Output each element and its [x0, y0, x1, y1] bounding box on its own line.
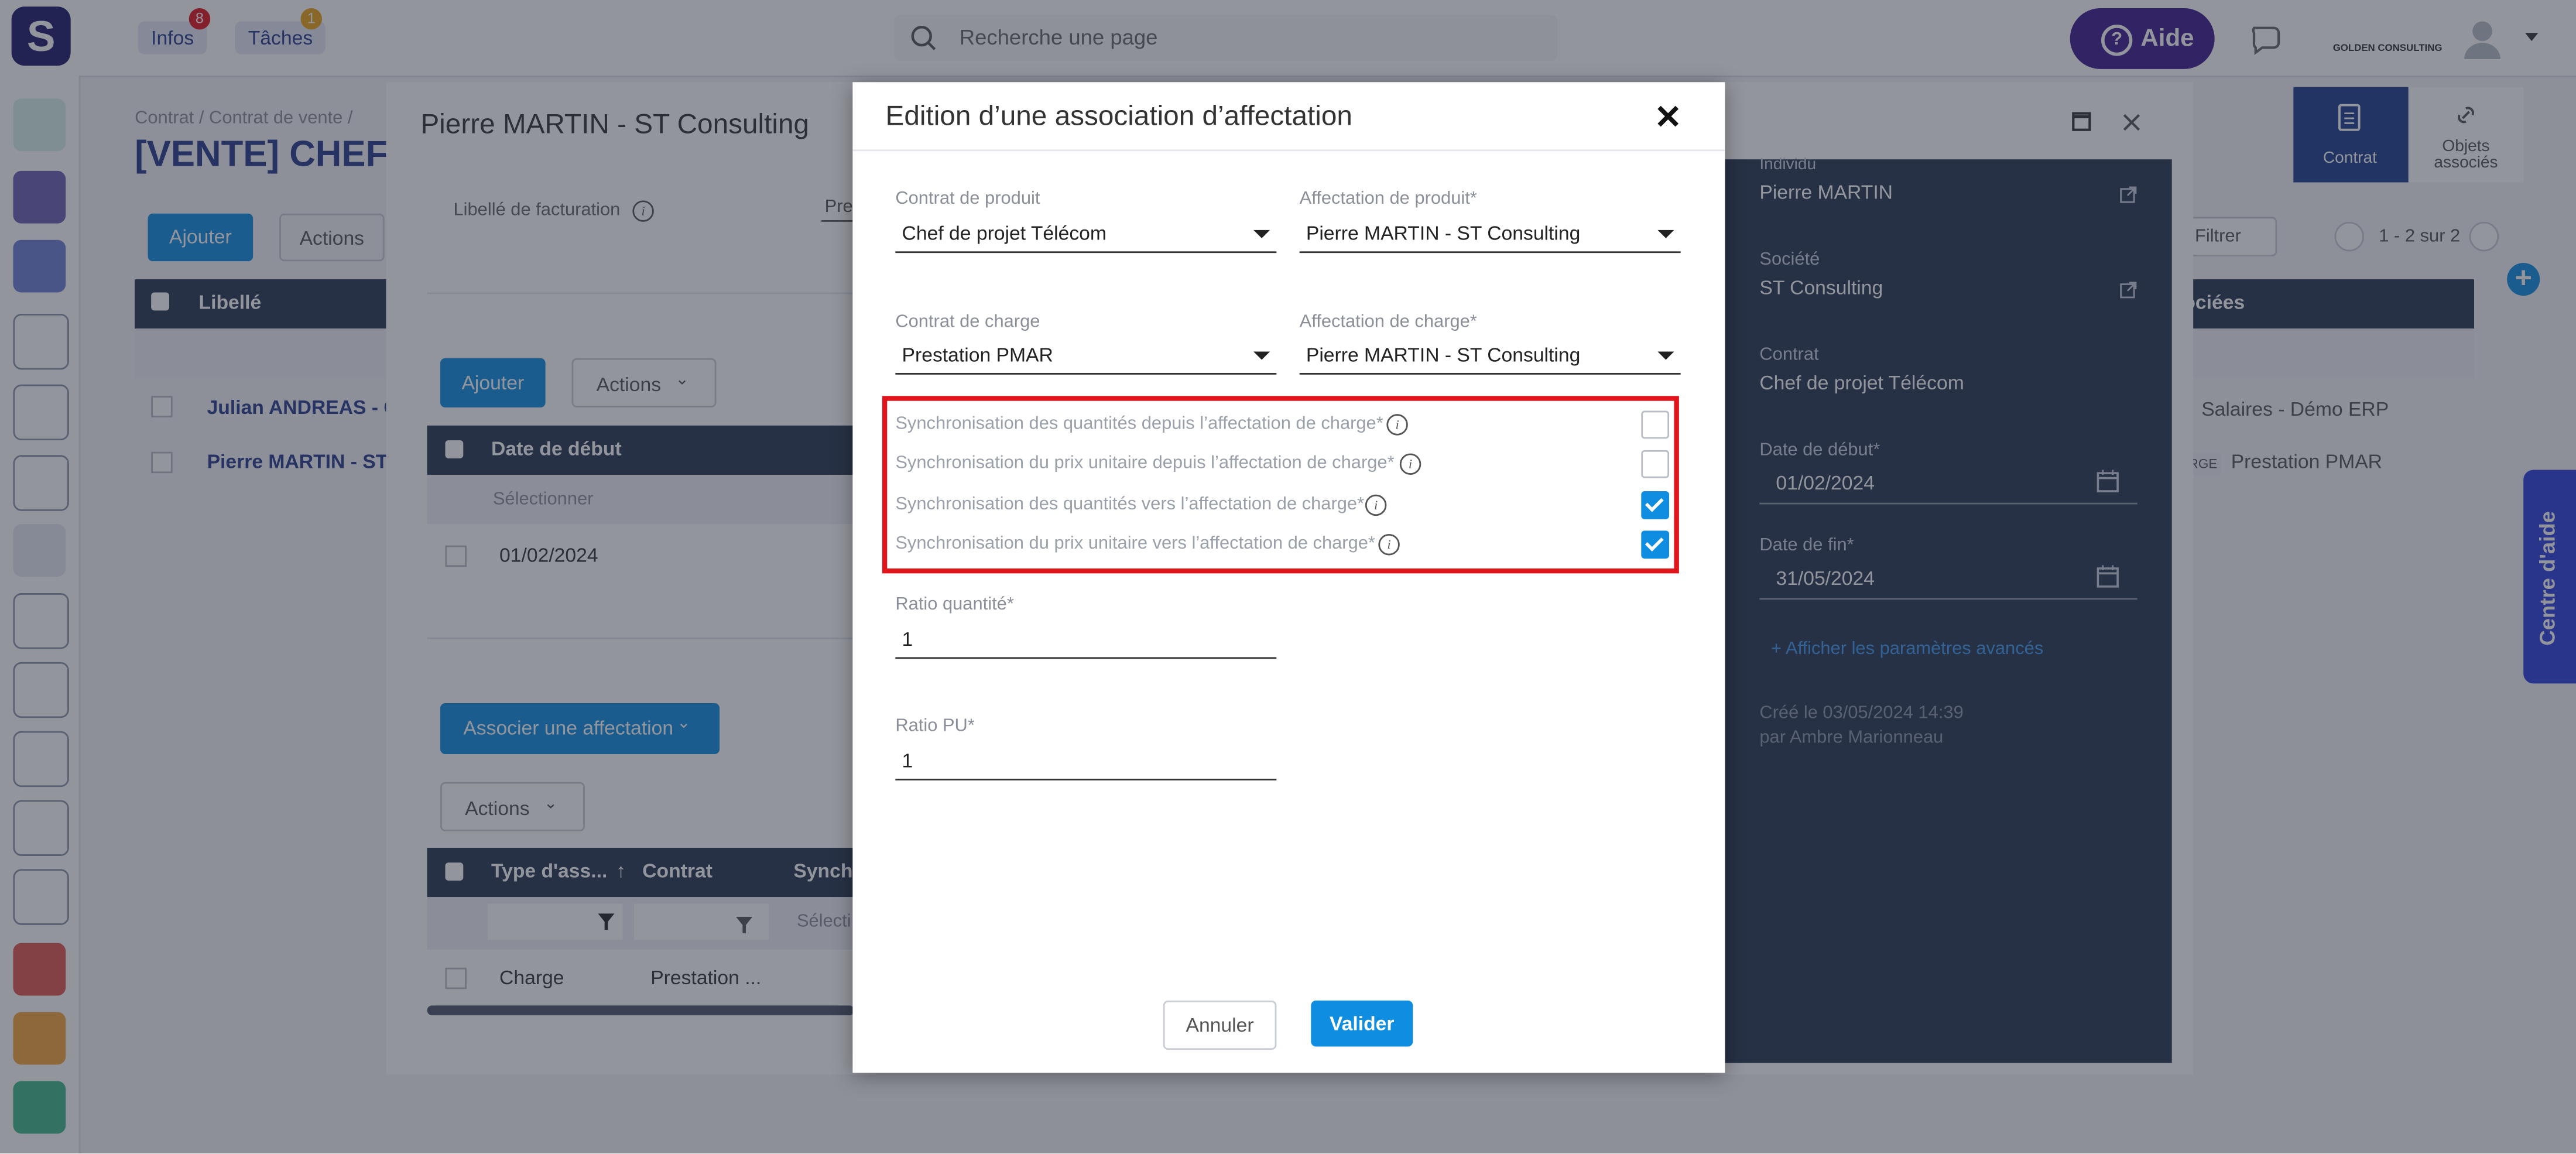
ratio-pu-value: 1 [902, 749, 913, 772]
affectation-charge-value: Pierre MARTIN - ST Consulting [1306, 343, 1581, 367]
modal-title: Edition d’une association d’affectation [885, 100, 1352, 132]
ratio-quantite-input[interactable]: 1 [895, 623, 1277, 659]
contrat-charge-label: Contrat de charge [895, 312, 1040, 332]
affectation-produit-label: Affectation de produit* [1299, 189, 1477, 209]
dropdown-arrow-icon [1657, 230, 1674, 238]
affectation-produit-select[interactable]: Pierre MARTIN - ST Consulting [1299, 217, 1681, 254]
affectation-charge-select[interactable]: Pierre MARTIN - ST Consulting [1299, 338, 1681, 375]
highlight-box [882, 396, 1679, 574]
ratio-pu-label: Ratio PU* [895, 716, 975, 737]
close-icon[interactable]: ✕ [1654, 97, 1682, 138]
contrat-charge-select[interactable]: Prestation PMAR [895, 338, 1277, 375]
modal-header-divider [852, 149, 1725, 152]
affectation-charge-label: Affectation de charge* [1299, 312, 1477, 332]
contrat-charge-value: Prestation PMAR [902, 343, 1053, 367]
cancel-button[interactable]: Annuler [1163, 1000, 1277, 1050]
contrat-produit-label: Contrat de produit [895, 189, 1040, 209]
dropdown-arrow-icon [1253, 230, 1270, 238]
ratio-pu-input[interactable]: 1 [895, 744, 1277, 780]
contrat-produit-value: Chef de projet Télécom [902, 221, 1107, 245]
ratio-quantite-value: 1 [902, 627, 913, 651]
ratio-quantite-label: Ratio quantité* [895, 594, 1014, 615]
dropdown-arrow-icon [1253, 351, 1270, 360]
affectation-produit-value: Pierre MARTIN - ST Consulting [1306, 221, 1581, 245]
contrat-produit-select[interactable]: Chef de projet Télécom [895, 217, 1277, 254]
dropdown-arrow-icon [1657, 351, 1674, 360]
validate-button[interactable]: Valider [1311, 1000, 1413, 1047]
